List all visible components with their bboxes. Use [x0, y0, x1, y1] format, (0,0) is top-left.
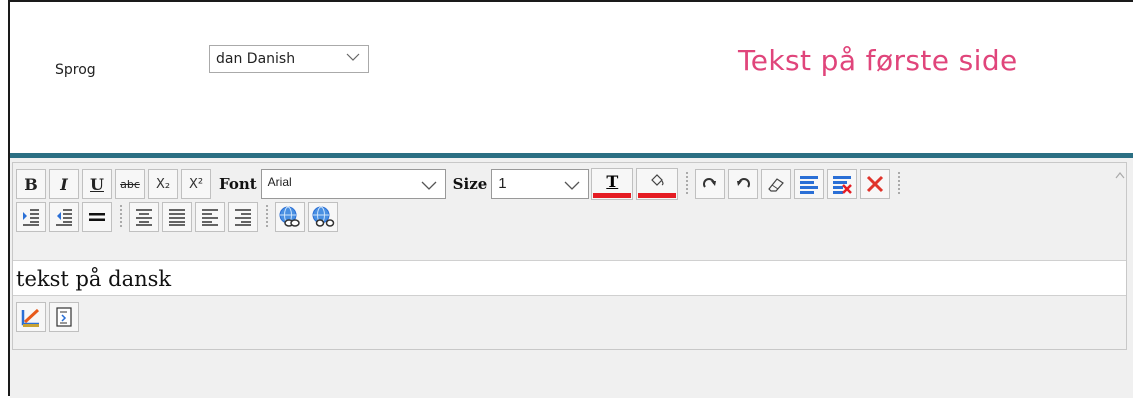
editor-frame: Sprog dan Danish Tekst på første side B … [8, 0, 1133, 398]
font-value: Arial [267, 175, 292, 189]
chevron-down-icon [564, 181, 580, 190]
size-value: 1 [498, 175, 507, 192]
font-select[interactable]: Arial [260, 169, 446, 199]
undo-button[interactable] [728, 169, 759, 199]
background-color-icon [651, 174, 664, 186]
redo-button[interactable] [695, 169, 726, 199]
indent-button[interactable] [16, 202, 46, 232]
toolbar-row-1: B I U abc X₂ X² Font Arial Size 1 T [16, 168, 907, 200]
eraser-button[interactable] [761, 169, 792, 199]
strikethrough-icon: abc [120, 177, 140, 191]
strikethrough-button[interactable]: abc [115, 169, 145, 199]
paragraph-button[interactable] [794, 169, 825, 199]
background-color-swatch [638, 193, 677, 198]
bold-button[interactable]: B [16, 169, 46, 199]
language-row: Sprog dan Danish Tekst på første side [10, 2, 1133, 152]
unlink-button[interactable] [308, 202, 338, 232]
bold-icon: B [24, 174, 38, 194]
delete-icon [867, 175, 884, 193]
unlink-icon [312, 206, 335, 227]
background-color-button[interactable] [636, 168, 679, 200]
align-right-button[interactable] [228, 202, 258, 232]
remove-format-icon [833, 176, 853, 194]
undo-icon [737, 178, 751, 188]
text-color-button[interactable]: T [591, 168, 634, 200]
language-selected-value: dan Danish [216, 51, 296, 67]
outdent-button[interactable] [49, 202, 79, 232]
eraser-icon [768, 178, 785, 192]
editor-content[interactable]: tekst på dansk [13, 260, 1126, 296]
toolbar-separator [686, 172, 689, 196]
paragraph-icon [800, 176, 819, 194]
mode-toolbar [16, 302, 82, 332]
edit-design-icon [21, 308, 40, 327]
underline-icon: U [90, 174, 104, 194]
align-right-icon [235, 209, 251, 226]
outdent-icon [56, 209, 72, 226]
subscript-icon: X₂ [155, 176, 171, 192]
horizontal-rule-icon [89, 213, 105, 221]
subscript-button[interactable]: X₂ [148, 169, 178, 199]
indent-icon [23, 209, 39, 226]
align-left-button[interactable] [195, 202, 225, 232]
size-select[interactable]: 1 [491, 169, 590, 199]
chevron-down-icon [346, 53, 360, 61]
design-mode-button[interactable] [16, 302, 46, 332]
html-mode-button[interactable] [49, 302, 79, 332]
horizontal-rule-button[interactable] [82, 202, 112, 232]
align-center-icon [136, 209, 152, 226]
language-label: Sprog [55, 62, 96, 78]
remove-format-button[interactable] [827, 169, 858, 199]
toolbar-separator [266, 205, 268, 229]
scroll-up-icon[interactable] [1114, 171, 1126, 179]
toolbar-separator [120, 205, 122, 229]
align-center-button[interactable] [129, 202, 159, 232]
html-source-icon [56, 307, 72, 327]
insert-link-button[interactable] [275, 202, 305, 232]
insert-link-icon [279, 206, 300, 227]
toolbar-row-2 [16, 201, 341, 233]
size-label: Size [452, 175, 488, 193]
toolbar-separator [898, 172, 901, 196]
superscript-icon: X² [188, 176, 204, 192]
underline-button[interactable]: U [82, 169, 112, 199]
italic-icon: I [60, 174, 68, 194]
superscript-button[interactable]: X² [181, 169, 211, 199]
rich-text-editor: B I U abc X₂ X² Font Arial Size 1 T teks… [12, 162, 1127, 350]
page-title: Tekst på første side [738, 44, 1018, 77]
justify-icon [169, 209, 185, 226]
align-left-icon [202, 209, 218, 226]
delete-button[interactable] [860, 169, 891, 199]
justify-button[interactable] [162, 202, 192, 232]
font-label: Font [219, 175, 257, 193]
redo-icon [703, 178, 717, 188]
italic-button[interactable]: I [49, 169, 79, 199]
language-select[interactable]: dan Danish [209, 45, 369, 73]
chevron-down-icon [421, 181, 437, 190]
text-color-swatch [593, 193, 632, 198]
